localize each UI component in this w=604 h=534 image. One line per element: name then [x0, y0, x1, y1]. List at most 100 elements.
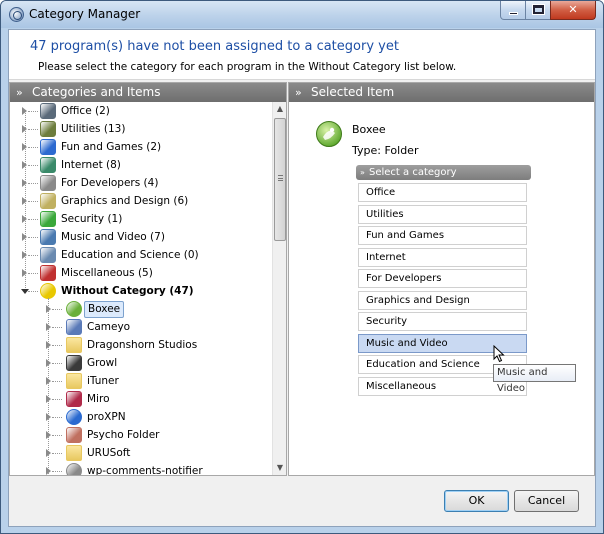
close-icon: ✕ [568, 3, 578, 16]
collapse-chevron-icon: » [295, 86, 302, 99]
scroll-down-icon[interactable]: ▼ [273, 461, 287, 475]
tree-item[interactable]: Psycho Folder [10, 426, 270, 444]
folder-icon [66, 445, 82, 461]
maximize-icon [532, 4, 545, 15]
minimize-button[interactable] [500, 1, 526, 20]
instruction-text: Please select the category for each prog… [38, 61, 457, 73]
selected-app-type: Type: Folder [352, 144, 419, 157]
tree-item-label: Growl [87, 357, 118, 369]
expand-arrow-icon[interactable] [46, 305, 51, 313]
category-option[interactable]: Security [358, 312, 527, 331]
tree-category[interactable]: Miscellaneous (5) [10, 264, 270, 282]
tree-category[interactable]: Internet (8) [10, 156, 270, 174]
office-icon [40, 103, 56, 119]
expand-arrow-icon[interactable] [46, 395, 51, 403]
growl-icon [66, 355, 82, 371]
tree-category[interactable]: Office (2) [10, 102, 270, 120]
tree-category-label: Security (1) [61, 213, 123, 225]
expand-arrow-icon[interactable] [46, 449, 51, 457]
tree-connector [52, 417, 62, 418]
maximize-button[interactable] [525, 1, 551, 20]
selected-item-pane-header[interactable]: » Selected Item [289, 83, 594, 102]
folder-icon [66, 373, 82, 389]
select-category-header: » Select a category [356, 165, 531, 180]
expand-arrow-icon[interactable] [22, 179, 27, 187]
music-icon [40, 229, 56, 245]
expand-arrow-icon[interactable] [22, 161, 27, 169]
expand-arrow-icon[interactable] [22, 233, 27, 241]
expand-arrow-icon[interactable] [22, 269, 27, 277]
title-bar[interactable]: Category Manager ✕ [1, 1, 603, 28]
tree-connector [52, 345, 62, 346]
scroll-grip-icon [278, 175, 283, 181]
cancel-button[interactable]: Cancel [514, 490, 579, 512]
category-option[interactable]: For Developers [358, 269, 527, 288]
category-option[interactable]: Utilities [358, 204, 527, 224]
tree-item[interactable]: Dragonshorn Studios [10, 336, 270, 354]
expand-arrow-icon[interactable] [46, 431, 51, 439]
tree-category[interactable]: Music and Video (7) [10, 228, 270, 246]
tree-category[interactable]: Fun and Games (2) [10, 138, 270, 156]
category-option[interactable]: Graphics and Design [358, 290, 527, 310]
tree-item[interactable]: wp-comments-notifier [10, 462, 270, 475]
categories-pane-title: Categories and Items [32, 85, 161, 99]
selected-app-name: Boxee [352, 123, 386, 136]
category-option[interactable]: Fun and Games [358, 226, 527, 245]
tree-item[interactable]: Growl [10, 354, 270, 372]
boxee-app-icon [316, 121, 342, 147]
tree-category[interactable]: For Developers (4) [10, 174, 270, 192]
expand-arrow-icon[interactable] [22, 125, 27, 133]
unassigned-count-message: 47 program(s) have not been assigned to … [30, 39, 399, 54]
expand-arrow-icon[interactable] [46, 341, 51, 349]
expand-arrow-icon[interactable] [46, 323, 51, 331]
expand-arrow-icon[interactable] [22, 251, 27, 259]
tree-item[interactable]: Miro [10, 390, 270, 408]
tree-category-label: Internet (8) [61, 159, 121, 171]
expand-arrow-icon[interactable] [46, 377, 51, 385]
expand-arrow-icon[interactable] [22, 143, 27, 151]
tree-item[interactable]: proXPN [10, 408, 270, 426]
dialog-body: 47 program(s) have not been assigned to … [8, 29, 596, 527]
expand-arrow-icon[interactable] [22, 215, 27, 223]
folder-icon [66, 337, 82, 353]
tree-category[interactable]: Security (1) [10, 210, 270, 228]
internet-icon [40, 157, 56, 173]
tree-category-label: Education and Science (0) [61, 249, 199, 261]
expand-arrow-icon[interactable] [46, 467, 51, 475]
tree-category[interactable]: Utilities (13) [10, 120, 270, 138]
tree-category[interactable]: Graphics and Design (6) [10, 192, 270, 210]
tree-item-label: Cameyo [87, 321, 131, 333]
wordpress-icon [66, 463, 82, 475]
lightbulb-icon [40, 283, 56, 299]
expand-arrow-icon[interactable] [22, 107, 27, 115]
expand-arrow-icon[interactable] [46, 413, 51, 421]
security-icon [40, 211, 56, 227]
tree-item[interactable]: iTuner [10, 372, 270, 390]
tree-item[interactable]: URUSoft [10, 444, 270, 462]
scroll-thumb[interactable] [274, 118, 286, 241]
ok-button[interactable]: OK [444, 490, 509, 512]
categories-pane-header[interactable]: » Categories and Items [10, 83, 286, 102]
tree-scrollbar[interactable]: ▲ ▼ [272, 102, 286, 475]
utilities-icon [40, 121, 56, 137]
category-option[interactable]: Office [358, 183, 527, 202]
tree-item-label: Psycho Folder [87, 429, 160, 441]
tree-category-without[interactable]: Without Category (47) [10, 282, 270, 300]
scroll-up-icon[interactable]: ▲ [273, 102, 287, 116]
category-tree[interactable]: Office (2) Utilities (13) Fun and Games (2… [10, 102, 272, 475]
close-button[interactable]: ✕ [550, 1, 596, 20]
app-logo-icon [9, 7, 24, 22]
tree-connector [28, 183, 38, 184]
expand-arrow-icon[interactable] [22, 197, 27, 205]
tree-item-label: wp-comments-notifier [87, 465, 203, 475]
tree-connector [52, 435, 62, 436]
tree-item[interactable]: Cameyo [10, 318, 270, 336]
tree-item-label: Miro [87, 393, 110, 405]
games-icon [40, 139, 56, 155]
tree-connector [52, 399, 62, 400]
category-option[interactable]: Internet [358, 247, 527, 267]
tree-item[interactable]: Boxee [10, 300, 270, 318]
expand-arrow-icon[interactable] [46, 359, 51, 367]
tree-category[interactable]: Education and Science (0) [10, 246, 270, 264]
chevron-double-down-icon: » [360, 168, 365, 177]
